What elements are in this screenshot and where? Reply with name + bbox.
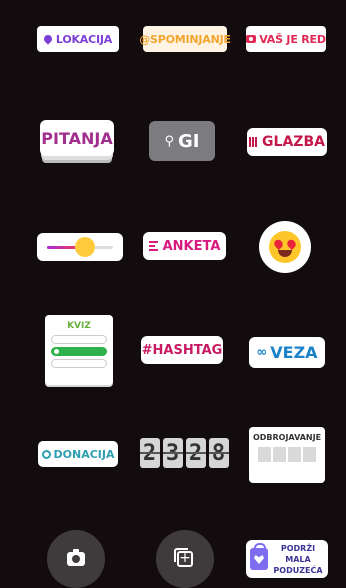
location-sticker[interactable]: LOKACIJA [37, 26, 119, 52]
questions-sticker[interactable]: PITANJA [40, 120, 114, 156]
shopping-bag-icon [250, 543, 268, 570]
music-sticker-label: GLAZBA [262, 134, 325, 150]
emoji-reaction-sticker[interactable] [259, 221, 311, 273]
camera-button[interactable] [47, 530, 105, 588]
location-pin-icon [42, 33, 54, 45]
support-line-1: PODRŽI MALA [280, 543, 316, 564]
link-sticker[interactable]: ∞ VEZA [249, 337, 325, 368]
hashtag-sticker[interactable]: #HASHTAG [141, 336, 223, 364]
donation-sticker[interactable]: DONACIJA [38, 441, 118, 467]
music-bars-icon [249, 137, 258, 147]
camera-icon [246, 35, 257, 43]
donation-icon [41, 449, 51, 459]
search-icon: ⚲ [164, 133, 175, 149]
music-sticker[interactable]: GLAZBA [247, 128, 327, 156]
donation-sticker-label: DONACIJA [53, 447, 115, 461]
support-line-2: PODUZEĆA [273, 565, 323, 575]
gif-search-sticker[interactable]: ⚲ GI [149, 121, 215, 161]
quiz-option-selected [51, 347, 107, 356]
time-digit: 2 [139, 438, 160, 468]
quiz-option [51, 335, 107, 344]
time-digit: 3 [162, 438, 183, 468]
poll-sticker-label: ANKETA [162, 238, 221, 254]
poll-sticker[interactable]: ANKETA [143, 232, 226, 260]
mention-sticker[interactable]: @SPOMINJANJE [139, 26, 231, 52]
link-sticker-label: VEZA [270, 343, 318, 362]
link-icon: ∞ [256, 345, 268, 360]
camera-button-icon [67, 549, 85, 566]
questions-sticker-label: PITANJA [41, 128, 113, 148]
quiz-option [51, 359, 107, 368]
your-turn-sticker[interactable]: VAŠ JE RED [246, 26, 326, 52]
poll-lines-icon [148, 241, 158, 251]
quiz-sticker[interactable]: KVIZ [45, 315, 113, 385]
add-media-button[interactable]: + [156, 530, 214, 588]
your-turn-sticker-label: VAŠ JE RED [259, 32, 326, 46]
quiz-sticker-label: KVIZ [67, 321, 91, 331]
time-digit: 2 [185, 438, 206, 468]
gif-sticker-label: GI [178, 130, 200, 152]
support-small-business-sticker[interactable]: PODRŽI MALA PODUZEĆA [246, 540, 328, 578]
countdown-boxes [258, 447, 316, 462]
heart-eyes-emoji-icon [269, 231, 301, 263]
countdown-sticker-label: ODBROJAVANJE [252, 433, 322, 442]
emoji-slider-sticker[interactable] [37, 233, 123, 261]
hashtag-sticker-label: #HASHTAG [141, 342, 223, 358]
heart-eyes-emoji-icon [75, 237, 95, 257]
location-sticker-label: LOKACIJA [55, 32, 113, 46]
countdown-sticker[interactable]: ODBROJAVANJE [249, 427, 325, 483]
add-media-icon: + [174, 548, 193, 567]
time-digit: 8 [208, 438, 229, 468]
mention-sticker-label: @SPOMINJANJE [139, 32, 231, 46]
time-sticker[interactable]: 2 3 2 8 [139, 437, 229, 469]
